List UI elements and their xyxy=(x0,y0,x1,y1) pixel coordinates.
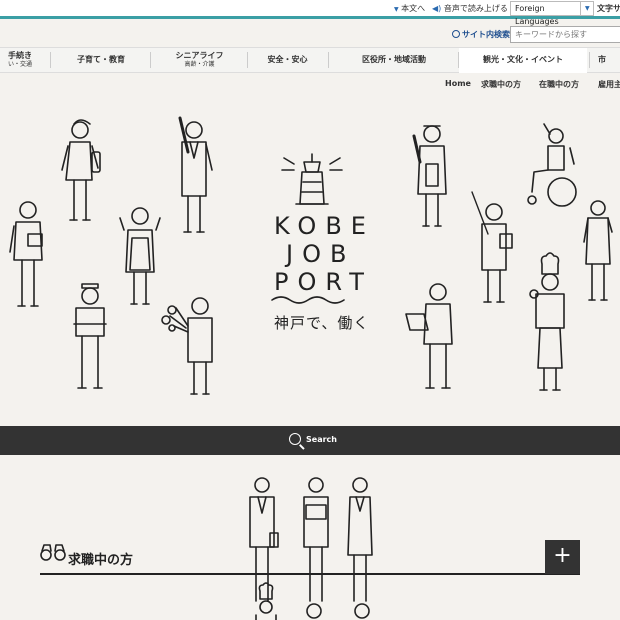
site-search-label: サイト内検索 xyxy=(452,29,510,40)
person-figure xyxy=(73,283,107,389)
gnav-item-city[interactable]: 市 xyxy=(598,48,620,72)
person-figure xyxy=(61,119,101,221)
text-size-label[interactable]: 文字サ xyxy=(597,2,620,15)
person-figure xyxy=(354,603,370,619)
nav-divider xyxy=(150,52,151,68)
logo-line-job: JOB xyxy=(286,240,356,268)
gnav-sublabel: い・交通 xyxy=(7,61,32,68)
search-icon xyxy=(452,30,460,38)
speaker-icon: ◀) xyxy=(432,4,442,13)
person-figure xyxy=(471,191,513,303)
person-figure xyxy=(306,603,322,619)
person-figure xyxy=(255,582,277,620)
logo-line-kobe: KOBE xyxy=(274,212,375,240)
person-figure xyxy=(161,297,213,395)
triangle-down-icon: ▼ xyxy=(394,6,399,13)
skip-to-content-link[interactable]: ▼ 本文へ xyxy=(394,2,425,15)
site-search-input[interactable] xyxy=(510,26,620,43)
subnav-employed[interactable]: 在職中の方 xyxy=(539,79,579,90)
section-divider xyxy=(40,573,580,575)
gnav-label: 子育て・教育 xyxy=(77,55,125,64)
search-band-label: Search xyxy=(306,435,337,444)
person-figure xyxy=(249,477,279,602)
gnav-item-childcare[interactable]: 子育て・教育 xyxy=(52,48,150,72)
lower-section xyxy=(0,455,620,620)
person-figure xyxy=(347,477,373,602)
nav-divider xyxy=(328,52,329,68)
gnav-item-senior[interactable]: シニアライフ 高齢・介護 xyxy=(152,48,247,72)
person-figure xyxy=(9,201,43,307)
person-figure xyxy=(412,125,447,227)
gnav-item-ward-office[interactable]: 区役所・地域活動 xyxy=(330,48,458,72)
read-aloud-label: 音声で読み上げる xyxy=(443,4,508,13)
gnav-label: シニアライフ xyxy=(175,51,224,60)
foreign-languages-label: Foreign Languages xyxy=(515,4,559,26)
global-nav: 手続き い・交通 子育て・教育 シニアライフ 高齢・介護 安全・安心 区役所・地域活… xyxy=(0,47,620,73)
person-figure xyxy=(178,116,213,233)
person-figure xyxy=(529,252,565,391)
person-figure xyxy=(405,283,453,389)
section-title-job-seekers: 求職中の方 xyxy=(68,553,134,568)
subnav-home[interactable]: Home xyxy=(445,79,471,88)
person-figure xyxy=(527,123,577,207)
logo-tagline: 神戸で、働く xyxy=(274,314,370,332)
person-figure xyxy=(583,200,613,301)
wave-line xyxy=(271,296,345,304)
expand-button[interactable]: + xyxy=(545,540,580,574)
gnav-label-text: 市 xyxy=(598,55,606,64)
nav-divider xyxy=(247,52,248,68)
search-icon xyxy=(289,433,301,445)
gnav-label: 手続き xyxy=(8,51,32,60)
binoculars-icon xyxy=(40,544,66,561)
gnav-label: 安全・安心 xyxy=(267,55,308,64)
hero-illustration: KOBE JOB PORT 神戸で、働く xyxy=(0,92,620,426)
skip-to-content-label: 本文へ xyxy=(401,4,426,13)
person-figure xyxy=(303,477,329,602)
subnav-employers[interactable]: 雇用主 xyxy=(598,79,620,90)
search-band[interactable]: Search xyxy=(0,426,620,455)
subnav-job-seekers[interactable]: 求職中の方 xyxy=(481,79,521,90)
nav-divider xyxy=(50,52,51,68)
gnav-item-procedures[interactable]: 手続き い・交通 xyxy=(0,48,40,72)
gnav-item-tourism[interactable]: 観光・文化・イベント xyxy=(459,48,587,73)
gnav-label: 区役所・地域活動 xyxy=(362,55,426,64)
chevron-down-icon[interactable]: ▼ xyxy=(580,1,594,16)
read-aloud-link[interactable]: ◀) 音声で読み上げる xyxy=(432,2,508,15)
nav-divider xyxy=(589,52,590,68)
lighthouse-icon xyxy=(281,153,343,205)
person-figure xyxy=(119,207,161,305)
site-search-text: サイト内検索 xyxy=(462,30,510,39)
gnav-sublabel: 高齢・介護 xyxy=(184,61,215,68)
logo-line-port: PORT xyxy=(274,268,373,296)
gnav-label: 観光・文化・イベント xyxy=(483,55,563,64)
people-row-illustration xyxy=(40,477,373,620)
gnav-item-safety[interactable]: 安全・安心 xyxy=(249,48,326,72)
